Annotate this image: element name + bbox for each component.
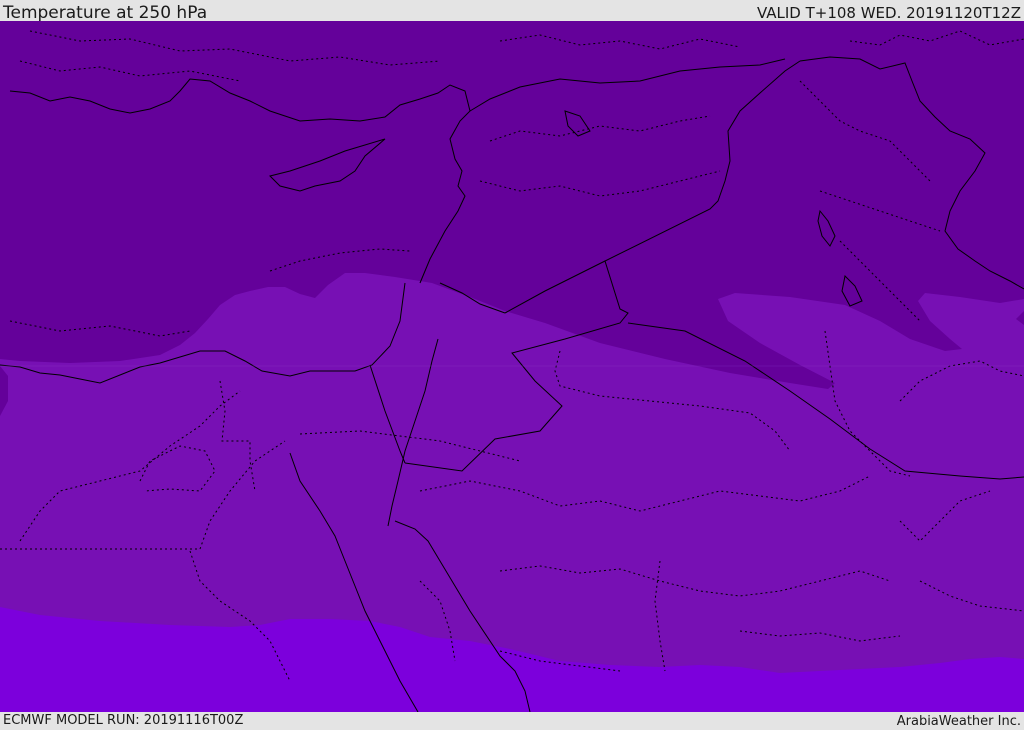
credit-label: ArabiaWeather Inc. <box>896 714 1021 729</box>
map-header: Temperature at 250 hPa VALID T+108 WED. … <box>0 0 1024 23</box>
map-title: Temperature at 250 hPa <box>3 3 208 23</box>
model-run-label: ECMWF MODEL RUN: 20191116T00Z <box>3 713 244 728</box>
map-canvas <box>0 21 1024 712</box>
map-footer: ECMWF MODEL RUN: 20191116T00Z ArabiaWeat… <box>0 712 1024 729</box>
temperature-map <box>0 21 1024 712</box>
